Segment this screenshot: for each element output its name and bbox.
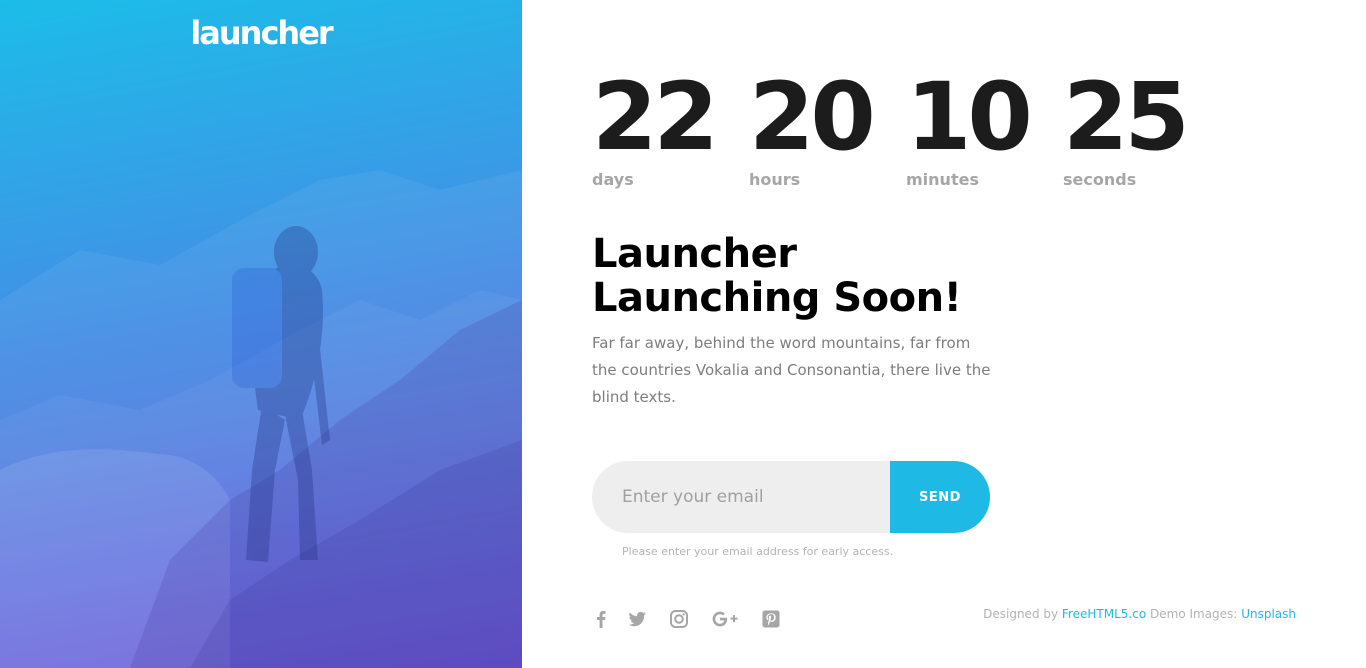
hero-background-image: [0, 170, 522, 668]
page-title-line1: Launcher: [592, 231, 797, 277]
brand-logo[interactable]: launcher: [0, 14, 522, 52]
countdown-minutes-value: 10: [906, 63, 1033, 172]
page-title: Launcher Launching Soon!: [592, 232, 1092, 320]
images-link[interactable]: Unsplash: [1241, 607, 1296, 621]
countdown-days-label: days: [592, 170, 634, 189]
subscribe-form: SEND: [592, 461, 990, 533]
pinterest-icon[interactable]: [758, 606, 784, 632]
countdown-hours: 20 hours: [749, 63, 876, 190]
social-links: [592, 606, 812, 634]
google-plus-icon[interactable]: [710, 606, 742, 632]
countdown-days: 22 days: [592, 63, 719, 190]
countdown-timer: 22 days 20 hours 10 minutes 25 seconds: [592, 68, 1232, 198]
countdown-minutes-label: minutes: [906, 170, 979, 189]
designed-by-prefix: Designed by: [983, 607, 1059, 621]
main-content: 22 days 20 hours 10 minutes 25 seconds L…: [592, 0, 1312, 668]
countdown-seconds: 25 seconds: [1063, 63, 1190, 190]
footer-credits: Designed by FreeHTML5.co Demo Images: Un…: [983, 607, 1296, 621]
hero-panel: launcher: [0, 0, 522, 668]
email-hint: Please enter your email address for earl…: [622, 545, 894, 558]
facebook-icon[interactable]: [588, 606, 614, 632]
countdown-hours-value: 20: [749, 63, 876, 172]
twitter-icon[interactable]: [624, 606, 650, 632]
countdown-seconds-label: seconds: [1063, 170, 1137, 189]
instagram-icon[interactable]: [666, 606, 692, 632]
countdown-seconds-value: 25: [1063, 63, 1190, 172]
countdown-days-value: 22: [592, 63, 719, 172]
countdown-hours-label: hours: [749, 170, 801, 189]
page-description: Far far away, behind the word mountains,…: [592, 334, 991, 406]
countdown-minutes: 10 minutes: [906, 63, 1033, 190]
designed-by-link[interactable]: FreeHTML5.co: [1062, 607, 1146, 621]
page-title-line2: Launching Soon!: [592, 275, 962, 321]
images-prefix: Demo Images:: [1150, 607, 1238, 621]
email-input[interactable]: [592, 461, 922, 533]
send-button[interactable]: SEND: [890, 461, 990, 533]
